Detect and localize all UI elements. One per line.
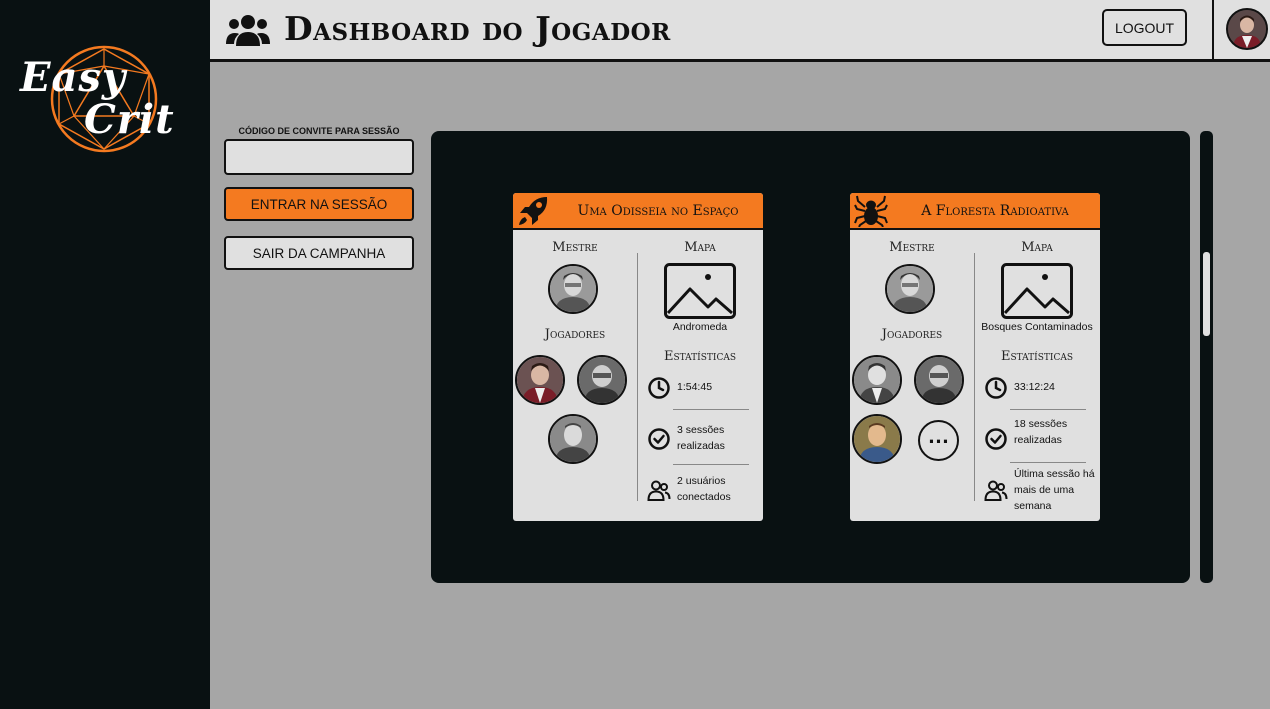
- image-icon[interactable]: [1001, 263, 1073, 319]
- player-avatar[interactable]: [914, 355, 964, 405]
- stat-divider: [673, 464, 749, 465]
- logout-button[interactable]: LOGOUT: [1102, 9, 1187, 46]
- map-name: Bosques Contaminados: [981, 321, 1093, 333]
- sidebar: Easy Crit: [0, 0, 210, 709]
- header-divider: [1212, 0, 1214, 62]
- stat-status: Última sessão há mais de uma semana: [1014, 468, 1095, 512]
- clock-icon: [647, 376, 671, 400]
- stat-divider: [1010, 462, 1086, 463]
- player-avatar[interactable]: [577, 355, 627, 405]
- campaign-card-header: Uma Odisseia no Espaço: [513, 193, 763, 230]
- users-icon: [984, 478, 1008, 502]
- campaign-title: A Floresta Radioativa: [921, 202, 1069, 219]
- campaign-card[interactable]: A Floresta Radioativa Mestre Jogadores ……: [850, 193, 1100, 521]
- master-heading: Mestre: [889, 240, 935, 255]
- map-heading: Mapa: [684, 240, 716, 255]
- player-avatar[interactable]: [852, 414, 902, 464]
- spider-icon: [854, 195, 888, 228]
- clock-icon: [984, 376, 1008, 400]
- users-icon: [647, 478, 671, 502]
- players-heading: Jogadores: [881, 327, 943, 342]
- stat-sessions: 3 sessões realizadas: [677, 424, 725, 452]
- stat-status: 2 usuários conectados: [677, 475, 731, 503]
- stat-divider: [673, 409, 749, 410]
- check-circle-icon: [647, 427, 671, 451]
- players-heading: Jogadores: [544, 327, 606, 342]
- stat-sessions: 18 sessões realizadas: [1014, 418, 1068, 446]
- map-heading: Mapa: [1021, 240, 1053, 255]
- more-players-button[interactable]: …: [918, 420, 959, 461]
- scrollbar-thumb[interactable]: [1203, 252, 1210, 336]
- player-avatar[interactable]: [548, 414, 598, 464]
- scrollbar-track[interactable]: [1200, 131, 1213, 583]
- campaign-card[interactable]: Uma Odisseia no Espaço Mestre Jogadores …: [513, 193, 763, 521]
- top-header: Dashboard do Jogador LOGOUT: [210, 0, 1270, 62]
- logo-text-easy: Easy: [20, 54, 127, 101]
- users-icon: [226, 10, 270, 50]
- campaign-card-header: A Floresta Radioativa: [850, 193, 1100, 230]
- image-icon[interactable]: [664, 263, 736, 319]
- page-title: Dashboard do Jogador: [284, 9, 671, 48]
- check-circle-icon: [984, 427, 1008, 451]
- player-avatar[interactable]: [515, 355, 565, 405]
- rocket-icon: [517, 195, 551, 227]
- app-logo[interactable]: Easy Crit: [18, 44, 178, 156]
- master-avatar[interactable]: [885, 264, 935, 314]
- enter-session-button[interactable]: ENTRAR NA SESSÃO: [224, 187, 414, 221]
- leave-campaign-button[interactable]: SAIR DA CAMPANHA: [224, 236, 414, 270]
- stat-play-time: 33:12:24: [1014, 381, 1055, 393]
- stats-heading: Estatísticas: [1000, 349, 1073, 364]
- invite-code-input[interactable]: [224, 139, 414, 175]
- stat-play-time: 1:54:45: [677, 381, 713, 393]
- logo-text-crit: Crit: [84, 96, 175, 143]
- map-name: Andromeda: [672, 321, 728, 333]
- user-avatar[interactable]: [1226, 8, 1268, 50]
- card-divider: [637, 253, 638, 501]
- player-avatar[interactable]: [852, 355, 902, 405]
- card-divider: [974, 253, 975, 501]
- campaign-title: Uma Odisseia no Espaço: [577, 202, 739, 219]
- stat-divider: [1010, 409, 1086, 410]
- master-heading: Mestre: [552, 240, 598, 255]
- invite-code-label: CÓDIGO DE CONVITE PARA SESSÃO: [238, 126, 400, 136]
- master-avatar[interactable]: [548, 264, 598, 314]
- stats-heading: Estatísticas: [663, 349, 736, 364]
